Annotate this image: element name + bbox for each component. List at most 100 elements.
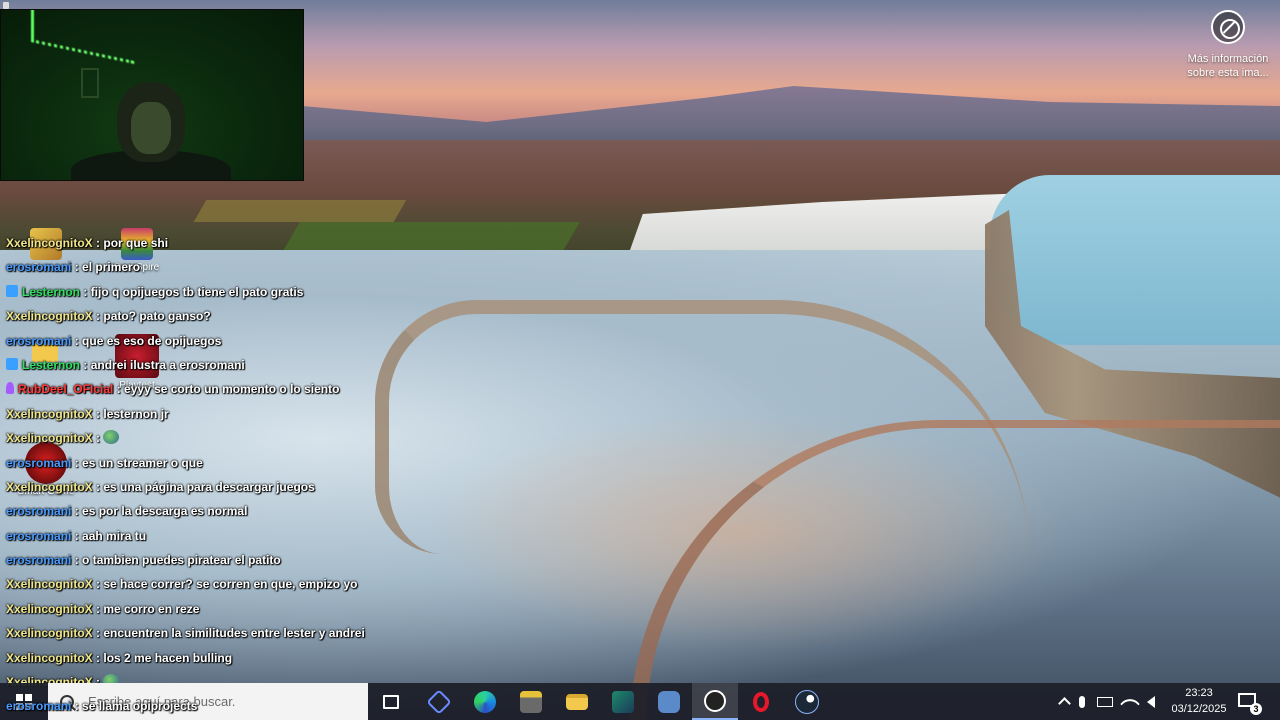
emote-icon — [103, 430, 120, 445]
obs-icon — [704, 689, 726, 712]
chat-text: : me corro en reze — [96, 601, 200, 616]
wall-frame — [81, 68, 99, 98]
chat-text: : aah mira tu — [74, 528, 147, 543]
chat-text: : que es eso de opijuegos — [74, 333, 222, 348]
chat-text: : es por la descarga es normal — [74, 504, 248, 519]
opera-icon — [753, 691, 769, 712]
chat-text: : por que shi — [96, 236, 169, 250]
taskbar-clock[interactable]: 23:23 03/12/2025 — [1166, 685, 1232, 718]
taskbar-app-edge[interactable] — [466, 683, 504, 720]
chat-username: XxelincognitoX — [6, 650, 93, 665]
taskbar-app-terminal[interactable] — [604, 683, 642, 720]
chat-message: erosromani : o tambien puedes piratear e… — [6, 551, 426, 575]
chat-username: XxelincognitoX — [6, 577, 93, 592]
chat-username: XxelincognitoX — [6, 406, 93, 421]
chat-username: XxelincognitoX — [6, 309, 93, 324]
chat-text: : — [96, 431, 101, 446]
chat-message: Lesternon : fijo q opijuegos tb tiene el… — [6, 283, 426, 307]
microsoft-store-icon — [426, 688, 452, 715]
chat-message: XxelincognitoX : lesternon jr — [6, 405, 426, 429]
chat-message: erosromani : el primero — [6, 258, 426, 282]
notification-count: 3 — [1250, 703, 1262, 715]
chat-text: : se llama opiprojects — [74, 699, 198, 713]
chat-message: XxelincognitoX : los 2 me hacen bulling — [6, 649, 426, 673]
chat-username: erosromani — [6, 455, 72, 470]
clock-date: 03/12/2025 — [1171, 703, 1227, 715]
clock-time: 23:23 — [1185, 687, 1213, 699]
chat-text: : es una página para descargar juegos — [96, 479, 315, 494]
webcam-overlay — [0, 9, 304, 181]
steam-icon — [795, 689, 819, 714]
chat-text: : se hace correr? se corren en que, empi… — [96, 577, 358, 592]
chat-message: XxelincognitoX : pato? pato ganso? — [6, 307, 426, 331]
taskbar-app-minecraft[interactable] — [512, 683, 550, 720]
chat-text: : es un streamer o que — [74, 455, 203, 470]
chat-username: erosromani — [6, 528, 72, 543]
volume-icon[interactable] — [1147, 695, 1155, 708]
spotlight-info-button[interactable]: Más información sobre esta ima... — [1180, 10, 1276, 80]
chat-username: erosromani — [6, 260, 72, 275]
chat-username: erosromani — [6, 333, 72, 348]
taskbar-app-game[interactable] — [650, 683, 688, 720]
chat-username: RubDeel_OFIcial — [18, 382, 114, 397]
badge-icon — [6, 284, 18, 297]
spotlight-label-line1: Más información — [1187, 53, 1269, 65]
taskbar-app-steam[interactable] — [788, 683, 826, 720]
spotlight-label-line2: sobre esta ima... — [1187, 67, 1269, 79]
system-tray — [1056, 683, 1169, 720]
taskbar-app-store[interactable] — [420, 683, 458, 720]
chat-username: Lesternon — [22, 357, 81, 372]
chat-message: XxelincognitoX : encuentren la similitud… — [6, 624, 426, 648]
task-view-button[interactable] — [372, 683, 410, 720]
terminal-icon — [612, 690, 634, 713]
chat-text: : andrei ilustra a erosromani — [83, 357, 245, 372]
badge-icon — [6, 357, 18, 370]
camera-icon — [1211, 10, 1245, 44]
chat-text: : fijo q opijuegos tb tiene el pato grat… — [83, 284, 304, 299]
minecraft-icon — [520, 690, 542, 713]
wallpaper-field — [193, 200, 407, 222]
chat-username: Lesternon — [22, 284, 81, 299]
chevron-up-icon[interactable] — [1058, 697, 1071, 710]
chat-text: : encuentren la similitudes entre lester… — [96, 626, 365, 641]
game-icon — [658, 690, 680, 713]
chat-message: erosromani : es un streamer o que — [6, 454, 426, 478]
wallpaper-pool-right — [990, 175, 1280, 345]
task-view-icon — [383, 694, 399, 709]
chat-username: XxelincognitoX — [6, 236, 93, 250]
chat-message: erosromani : se llama opiprojects — [6, 697, 197, 717]
wifi-icon[interactable] — [1120, 693, 1140, 714]
chat-message: XxelincognitoX : — [6, 429, 426, 453]
chat-message: XxelincognitoX : es una página para desc… — [6, 478, 426, 502]
microphone-icon[interactable] — [1079, 695, 1085, 708]
chat-username: XxelincognitoX — [6, 479, 93, 494]
notification-center-button[interactable]: 3 — [1238, 691, 1262, 715]
edge-icon — [474, 690, 496, 713]
chat-message: erosromani : que es eso de opijuegos — [6, 332, 426, 356]
chat-username: erosromani — [6, 699, 72, 713]
chat-username: XxelincognitoX — [6, 431, 93, 446]
chat-username: erosromani — [6, 553, 72, 568]
lock-icon — [3, 2, 9, 9]
chat-text: : lesternon jr — [96, 406, 169, 421]
chat-text: : los 2 me hacen bulling — [96, 650, 233, 665]
chat-text: : pato? pato ganso? — [96, 309, 211, 324]
battery-icon[interactable] — [1097, 696, 1113, 707]
led-strip — [31, 10, 134, 64]
chat-text: : o tambien puedes piratear el patito — [74, 553, 281, 568]
taskbar-app-opera[interactable] — [742, 683, 780, 720]
chat-text: : el primero — [74, 260, 141, 275]
badge-icon — [6, 382, 14, 395]
chat-message: Lesternon : andrei ilustra a erosromani — [6, 356, 426, 380]
chat-username: XxelincognitoX — [6, 601, 93, 616]
chat-message: XxelincognitoX : por que shi — [6, 234, 426, 258]
chat-message: XxelincognitoX : se hace correr? se corr… — [6, 575, 426, 599]
chat-message: erosromani : aah mira tu — [6, 527, 426, 551]
chat-message: RubDeel_OFIcial : eyyy se corto un momen… — [6, 380, 426, 404]
taskbar-app-obs[interactable] — [692, 683, 738, 720]
chat-username: erosromani — [6, 504, 72, 519]
chat-message: XxelincognitoX : me corro en reze — [6, 600, 426, 624]
chat-text: : eyyy se corto un momento o lo siento — [116, 382, 340, 397]
taskbar-app-explorer[interactable] — [558, 683, 596, 720]
streamer-face — [131, 102, 171, 154]
